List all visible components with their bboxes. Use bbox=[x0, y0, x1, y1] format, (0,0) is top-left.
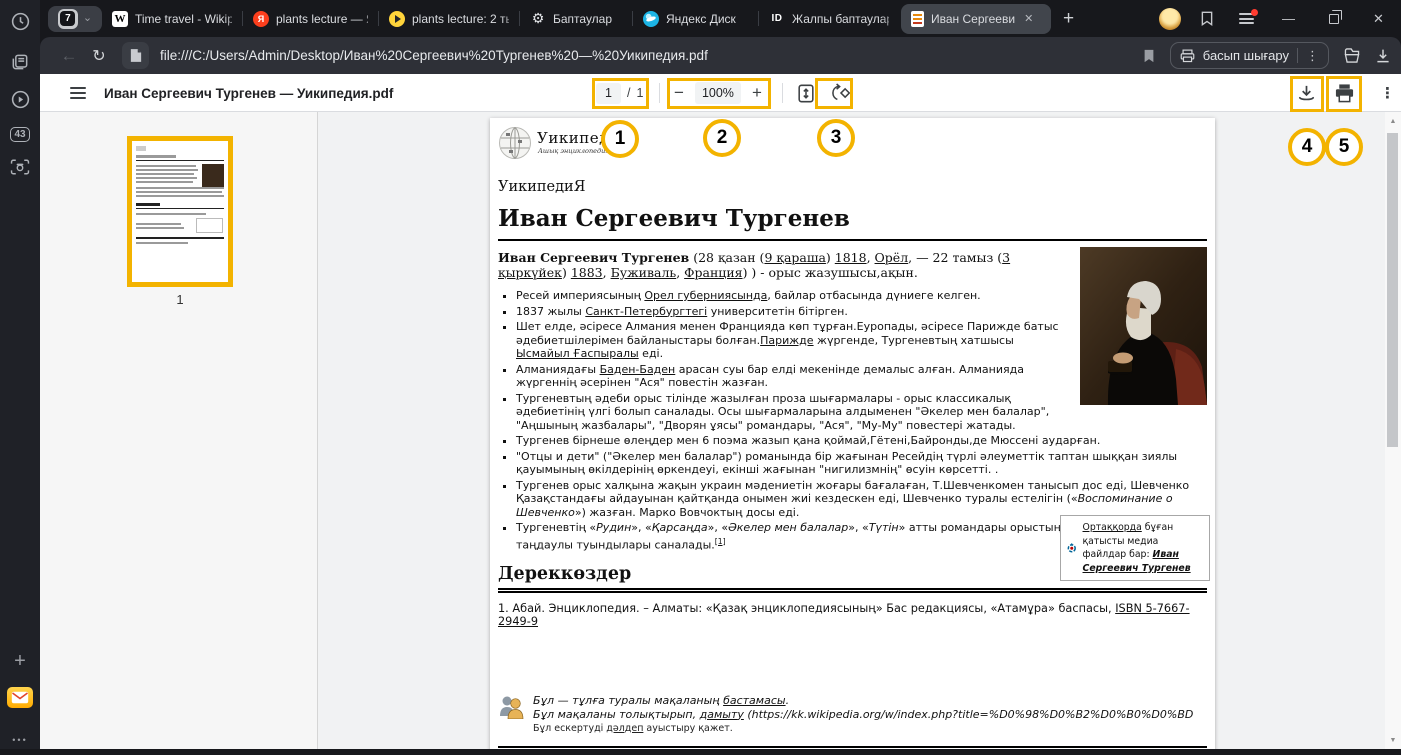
bookmark-panel-icon[interactable] bbox=[1188, 0, 1226, 37]
zoom-controls: − 100% + bbox=[674, 74, 762, 112]
reference-item: 1. Абай. Энциклопедия. – Алматы: «Қазақ … bbox=[498, 602, 1207, 628]
list-item: Тургенев бірнеше өлеңдер мен 6 поэма жаз… bbox=[516, 434, 1207, 448]
pdf-page: УикипедиЯ Ашық энциклопедиясы УикипедиЯ … bbox=[490, 118, 1215, 749]
scrollbar-thumb[interactable] bbox=[1387, 133, 1398, 447]
scroll-down-icon[interactable]: ▼ bbox=[1385, 733, 1401, 747]
stub-line-2: Бұл мақаланы толықтырып, дамыту (https:/… bbox=[533, 708, 1193, 722]
video-player-icon[interactable] bbox=[0, 84, 40, 114]
wiki-logo-title: УикипедиЯ bbox=[537, 129, 632, 147]
minimize-button[interactable]: — bbox=[1266, 0, 1311, 37]
pdf-more-icon[interactable]: ⋮ bbox=[1380, 74, 1395, 112]
tab-turgenev-pdf-active[interactable]: Иван Сергееви ✕ bbox=[901, 4, 1051, 34]
thumbnail-page-number: 1 bbox=[127, 292, 233, 307]
pdf-menu-icon[interactable] bbox=[70, 74, 86, 112]
print-page-button[interactable]: басып шығару ⋮ bbox=[1170, 42, 1329, 69]
wikipedia-favicon: W bbox=[112, 11, 128, 27]
stub-line-1: Бұл — тұлға туралы мақаланың бастамасы. bbox=[533, 694, 1193, 708]
pdf-toolbar: Иван Сергеевич Тургенев — Уикипедия.pdf … bbox=[40, 74, 1401, 112]
scroll-up-icon[interactable]: ▲ bbox=[1385, 114, 1401, 128]
new-tab-button[interactable]: + bbox=[1053, 8, 1084, 30]
maximize-button[interactable] bbox=[1311, 0, 1356, 37]
article-title: Иван Сергеевич Тургенев bbox=[498, 205, 1207, 241]
download-pdf-icon[interactable] bbox=[1296, 74, 1317, 112]
total-pages: 1 bbox=[636, 86, 643, 100]
screenshot-icon[interactable] bbox=[0, 152, 40, 182]
thumbnail-panel: 1 bbox=[40, 112, 318, 749]
tab-plants-lecture-ya[interactable]: Я plants lecture — Я bbox=[243, 0, 378, 37]
reload-icon[interactable]: ↻ bbox=[84, 46, 114, 66]
tab-plants-lecture-video[interactable]: plants lecture: 2 ть bbox=[379, 0, 519, 37]
tab-bar: 7 ⌄ W Time travel - Wikip Я plants lectu… bbox=[40, 0, 1401, 37]
zoom-in-button[interactable]: + bbox=[752, 83, 762, 103]
page-navigation: 1 / 1 bbox=[596, 74, 643, 112]
play-favicon bbox=[389, 11, 405, 27]
bookmark-icon[interactable] bbox=[1142, 48, 1156, 64]
collections-icon[interactable] bbox=[1343, 47, 1361, 64]
profile-avatar[interactable] bbox=[1152, 0, 1188, 37]
footer-rule bbox=[498, 746, 1207, 748]
address-bar: ← ↻ file:///C:/Users/Admin/Desktop/Иван%… bbox=[40, 37, 1401, 74]
tab-settings[interactable]: ⚙ Баптаулар bbox=[520, 0, 632, 37]
sidebar-more-icon[interactable]: ••• bbox=[0, 725, 40, 755]
pdf-favicon bbox=[911, 11, 924, 27]
tabs-panel-icon[interactable] bbox=[0, 47, 40, 77]
wikipedia-globe-icon bbox=[498, 126, 532, 160]
rotate-icon[interactable] bbox=[830, 74, 852, 112]
commons-box: Ортаққорда бұған қатысты медиа файлдар б… bbox=[1060, 515, 1210, 581]
chevron-down-icon: ⌄ bbox=[83, 11, 92, 24]
close-tab-icon[interactable]: ✕ bbox=[1024, 12, 1033, 25]
wiki-logo-tagline: Ашық энциклопедиясы bbox=[538, 147, 619, 155]
window-controls: — ✕ bbox=[1152, 0, 1401, 37]
download-page-icon[interactable] bbox=[1375, 48, 1391, 64]
stub-person-icon bbox=[498, 694, 525, 719]
yandex-mail-icon[interactable] bbox=[0, 682, 40, 712]
back-icon[interactable]: ← bbox=[54, 46, 84, 66]
zoom-level[interactable]: 100% bbox=[695, 82, 741, 104]
browser-sidebar: 43 + ••• bbox=[0, 0, 40, 749]
fit-page-icon[interactable] bbox=[796, 74, 816, 112]
browser-menu-icon[interactable] bbox=[1226, 0, 1266, 37]
yandex-favicon: Я bbox=[253, 11, 269, 27]
tab-counter[interactable]: 7 ⌄ bbox=[48, 6, 102, 32]
site-line: УикипедиЯ bbox=[498, 179, 1207, 195]
yandex-disk-favicon bbox=[643, 11, 659, 27]
sidebar-add-icon[interactable]: + bbox=[0, 646, 40, 676]
stub-line-3: Бұл ескертуді дәлдеп ауыстыру қажет. bbox=[533, 722, 1193, 735]
wikipedia-header: УикипедиЯ Ашық энциклопедиясы bbox=[498, 126, 1207, 172]
list-item: Тургенев орыс халқына жақын украин мәден… bbox=[516, 479, 1207, 520]
stub-notice: Бұл — тұлға туралы мақаланың бастамасы. … bbox=[498, 694, 1207, 735]
pdf-viewer: 1 УикипедиЯ Ашық энциклопедиясы Уик bbox=[40, 112, 1401, 749]
zoom-out-button[interactable]: − bbox=[674, 83, 684, 103]
page-separator: / bbox=[627, 86, 630, 100]
url-field[interactable]: file:///C:/Users/Admin/Desktop/Иван%20Се… bbox=[160, 48, 708, 63]
vertical-scrollbar[interactable]: ▲ ▼ bbox=[1385, 112, 1401, 749]
turgenev-portrait bbox=[1080, 247, 1207, 405]
tab-general-settings[interactable]: ID Жалпы баптаулар bbox=[759, 0, 899, 37]
wikimedia-commons-icon bbox=[1067, 532, 1077, 564]
tab-yandex-disk[interactable]: Яндекс Диск bbox=[633, 0, 758, 37]
page-thumbnail[interactable] bbox=[127, 136, 233, 287]
tab-time-travel[interactable]: W Time travel - Wikip bbox=[102, 0, 242, 37]
pdf-filename: Иван Сергеевич Тургенев — Уикипедия.pdf bbox=[104, 74, 393, 112]
tab-count-badge[interactable]: 43 bbox=[0, 119, 40, 149]
id-favicon: ID bbox=[769, 11, 785, 27]
file-icon bbox=[122, 42, 149, 69]
history-icon[interactable] bbox=[0, 6, 40, 36]
close-window-button[interactable]: ✕ bbox=[1356, 0, 1401, 37]
current-page-input[interactable]: 1 bbox=[596, 83, 621, 104]
gear-icon: ⚙ bbox=[530, 11, 546, 27]
list-item: "Отцы и дети" ("Әкелер мен балалар") ром… bbox=[516, 450, 1207, 477]
commons-text: Ортаққорда бұған қатысты медиа файлдар б… bbox=[1083, 521, 1203, 575]
viewer-canvas: УикипедиЯ Ашық энциклопедиясы УикипедиЯ … bbox=[318, 112, 1385, 749]
print-options-icon[interactable]: ⋮ bbox=[1306, 48, 1319, 64]
print-pdf-icon[interactable] bbox=[1334, 74, 1355, 112]
